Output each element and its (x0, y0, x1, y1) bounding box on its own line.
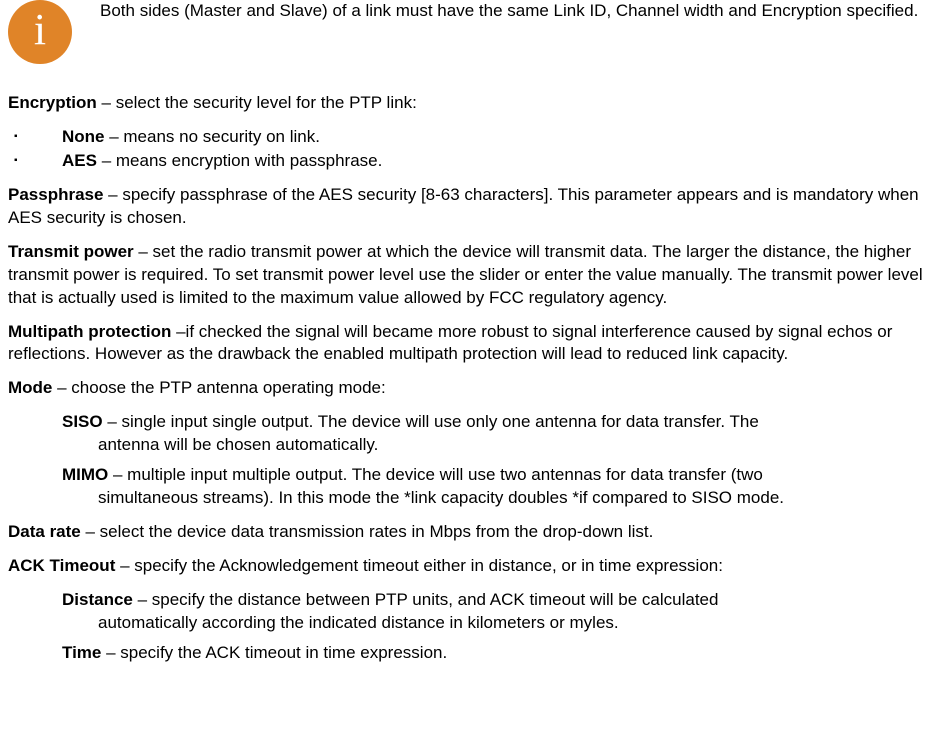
ack-options: Distance – specify the distance between … (8, 589, 930, 665)
option-none-desc: – means no security on link. (105, 127, 320, 146)
ack-desc: – specify the Acknowledgement timeout ei… (115, 556, 723, 575)
ack-label: ACK Timeout (8, 556, 115, 575)
ack-distance-label: Distance (62, 590, 133, 609)
encryption-desc: – select the security level for the PTP … (97, 93, 417, 112)
multipath-label: Multipath protection (8, 322, 171, 341)
transmit-power-desc: – set the radio transmit power at which … (8, 242, 923, 307)
ack-distance-lead: – specify the distance between PTP units… (133, 590, 719, 609)
info-text: Both sides (Master and Slave) of a link … (100, 0, 918, 23)
ack-distance: Distance – specify the distance between … (62, 589, 930, 635)
ack-time-desc: – specify the ACK timeout in time expres… (101, 643, 447, 662)
ack-time: Time – specify the ACK timeout in time e… (62, 642, 930, 665)
info-icon-glyph: i (34, 8, 46, 56)
encryption-label: Encryption (8, 93, 97, 112)
mode-siso: SISO – single input single output. The d… (62, 411, 930, 457)
passphrase-para: Passphrase – specify passphrase of the A… (8, 184, 930, 230)
encryption-options: None – means no security on link. AES – … (8, 126, 930, 173)
mimo-rest: simultaneous streams). In this mode the … (62, 487, 930, 510)
mode-desc: – choose the PTP antenna operating mode: (52, 378, 385, 397)
ack-heading: ACK Timeout – specify the Acknowledgemen… (8, 555, 930, 578)
multipath-para: Multipath protection –if checked the sig… (8, 321, 930, 367)
option-aes-label: AES (62, 151, 97, 170)
mode-label: Mode (8, 378, 52, 397)
encryption-heading: Encryption – select the security level f… (8, 92, 930, 115)
ack-distance-rest: automatically according the indicated di… (62, 612, 930, 635)
option-none-label: None (62, 127, 105, 146)
siso-lead: – single input single output. The device… (103, 412, 759, 431)
encryption-option-aes: AES – means encryption with passphrase. (62, 150, 930, 173)
option-aes-desc: – means encryption with passphrase. (97, 151, 382, 170)
transmit-power-label: Transmit power (8, 242, 134, 261)
passphrase-label: Passphrase (8, 185, 103, 204)
data-rate-para: Data rate – select the device data trans… (8, 521, 930, 544)
siso-rest: antenna will be chosen automatically. (62, 434, 930, 457)
ack-time-label: Time (62, 643, 101, 662)
encryption-option-none: None – means no security on link. (62, 126, 930, 149)
mode-heading: Mode – choose the PTP antenna operating … (8, 377, 930, 400)
passphrase-desc: – specify passphrase of the AES security… (8, 185, 919, 227)
mode-mimo: MIMO – multiple input multiple output. T… (62, 464, 930, 510)
mimo-lead: – multiple input multiple output. The de… (108, 465, 763, 484)
info-icon: i (8, 0, 72, 64)
siso-label: SISO (62, 412, 103, 431)
info-callout: i Both sides (Master and Slave) of a lin… (8, 0, 930, 64)
data-rate-label: Data rate (8, 522, 81, 541)
transmit-power-para: Transmit power – set the radio transmit … (8, 241, 930, 310)
mimo-label: MIMO (62, 465, 108, 484)
data-rate-desc: – select the device data transmission ra… (81, 522, 654, 541)
mode-options: SISO – single input single output. The d… (8, 411, 930, 510)
